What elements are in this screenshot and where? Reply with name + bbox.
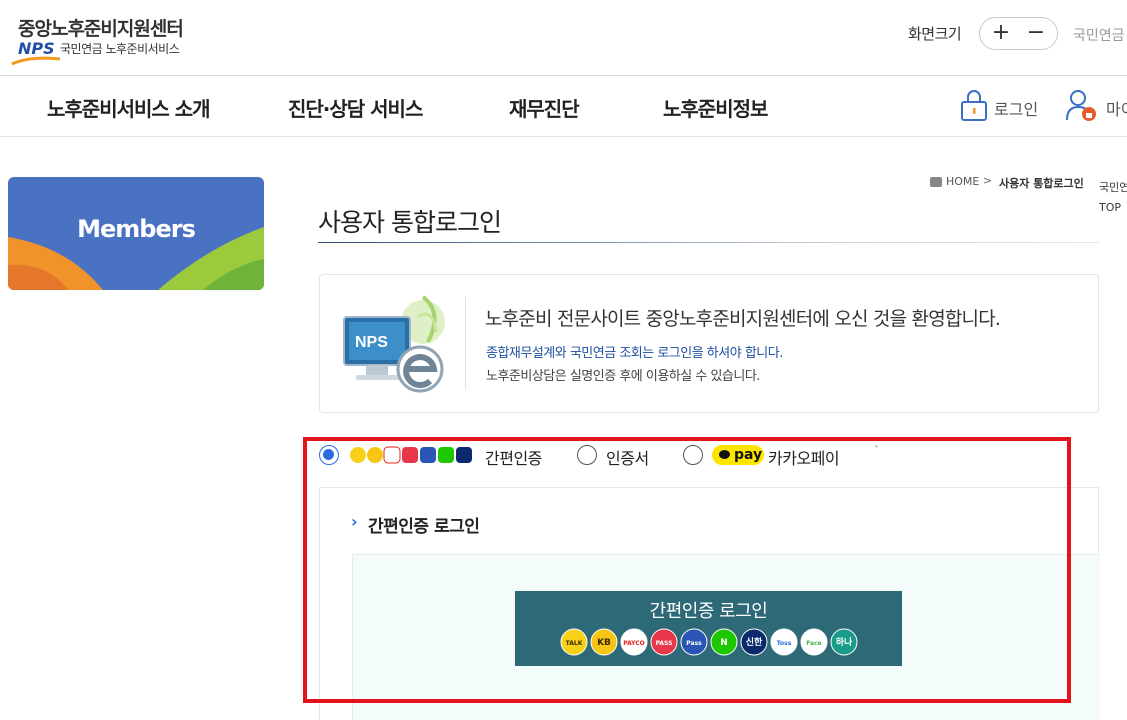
nps-home-link[interactable]: 국민연금 xyxy=(1073,25,1125,45)
simple-auth-login-button[interactable]: 간편인증 로그인 TALK KB PAYCO PASS Pass N 신한 Toss Face 하… xyxy=(515,591,902,666)
svg-text:하나: 하나 xyxy=(836,636,853,648)
breadcrumb-current: 사용자 통합로그인 xyxy=(999,177,1084,190)
provider-icon-하나: 하나 xyxy=(830,628,858,656)
login-label: 로그인 xyxy=(994,100,1039,119)
zoom-label: 화면크기 xyxy=(908,25,962,43)
logo-title: 중앙노후준비지원센터 xyxy=(18,18,184,40)
nps-art-label: NPS xyxy=(355,334,388,351)
simple-auth-label[interactable]: 간편인증 xyxy=(485,445,542,469)
svg-text:PASS: PASS xyxy=(656,640,673,647)
nav-item-retirement-info[interactable]: 노후준비정보 xyxy=(663,93,768,122)
page-title: 사용자 통합로그인 xyxy=(318,208,502,237)
welcome-verification-notice: 노후준비상담은 실명인증 후에 이용하실 수 있습니다. xyxy=(486,369,760,384)
provider-icon-toss: Toss xyxy=(770,628,798,656)
stray-mark: ` xyxy=(874,444,880,458)
panel-inner: 간편인증 로그인 TALK KB PAYCO PASS Pass N 신한 Toss Face 하… xyxy=(352,554,1100,720)
svg-text:Toss: Toss xyxy=(777,640,792,647)
welcome-login-notice: 종합재무설계와 국민연금 조회는 로그인을 하셔야 합니다. xyxy=(486,346,783,361)
provider-icon-pass: PASS xyxy=(650,628,678,656)
login-banner-title: 간편인증 로그인 xyxy=(649,601,768,622)
zoom-in-button[interactable]: + xyxy=(986,20,1016,47)
simple-auth-provider-icons xyxy=(350,446,472,464)
breadcrumb-separator: > xyxy=(983,174,993,187)
kakaopay-badge-icon: pay xyxy=(712,445,764,465)
certificate-radio[interactable] xyxy=(577,445,597,465)
nav-item-service-intro[interactable]: 노후준비서비스 소개 xyxy=(47,93,211,122)
welcome-divider xyxy=(465,297,466,389)
nav-item-financial-diagnosis[interactable]: 재무진단 xyxy=(509,93,580,122)
title-underline xyxy=(318,242,1099,243)
zoom-control: + − xyxy=(979,17,1058,50)
simple-auth-panel: › 간편인증 로그인 간편인증 로그인 TALK KB PAYCO PASS Pass N… xyxy=(319,487,1100,720)
floating-quick-menu: 국민연 TOP xyxy=(1099,178,1127,218)
user-lock-icon xyxy=(1066,90,1096,121)
provider-icon-n: N xyxy=(710,628,738,656)
auth-method-selector: 간편인증 인증서 pay 카카오페이 ` xyxy=(318,444,898,468)
certificate-label[interactable]: 인증서 xyxy=(606,445,649,469)
provider-icon-payco: PAYCO xyxy=(620,628,648,656)
kakaopay-label[interactable]: 카카오페이 xyxy=(768,445,840,469)
provider-icon-신한: 신한 xyxy=(740,628,768,656)
provider-icon-face: Face xyxy=(800,628,828,656)
logo-subtitle: 국민연금 노후준비서비스 xyxy=(60,42,180,56)
provider-icon-kb: KB xyxy=(590,628,618,656)
header-divider xyxy=(0,75,1127,76)
lock-icon xyxy=(961,90,987,121)
welcome-message: 노후준비 전문사이트 중앙노후준비지원센터에 오신 것을 환영합니다. xyxy=(485,308,1001,330)
site-logo[interactable]: 중앙노후준비지원센터 NPS 국민연금 노후준비서비스 xyxy=(8,12,208,66)
scroll-top-button[interactable]: TOP xyxy=(1099,198,1127,218)
svg-text:N: N xyxy=(720,638,728,648)
provider-icon-pass: Pass xyxy=(680,628,708,656)
svg-text:PAYCO: PAYCO xyxy=(623,640,645,647)
welcome-box: NPS 노후준비 전문사이트 중앙노후준비지원센터에 오신 것을 환영합니다. … xyxy=(319,274,1099,413)
svg-text:TALK: TALK xyxy=(566,640,583,647)
svg-text:Pass: Pass xyxy=(686,640,702,647)
nav-item-diagnosis-consulting[interactable]: 진단·상담 서비스 xyxy=(288,93,423,122)
svg-text:신한: 신한 xyxy=(746,636,763,648)
logo-swoosh-icon xyxy=(11,56,61,66)
svg-text:Face: Face xyxy=(806,640,821,647)
zoom-out-button[interactable]: − xyxy=(1021,20,1051,47)
chevron-right-icon: › xyxy=(351,512,358,531)
members-banner: Members xyxy=(8,177,264,290)
breadcrumb-home[interactable]: HOME xyxy=(946,175,979,188)
login-link[interactable]: 로그인 xyxy=(959,88,1038,122)
kakaopay-radio[interactable] xyxy=(683,445,703,465)
provider-icon-row: TALK KB PAYCO PASS Pass N 신한 Toss Face 하나 xyxy=(560,628,858,656)
nav-divider xyxy=(0,136,1127,137)
simple-auth-radio[interactable] xyxy=(319,445,339,465)
svg-text:KB: KB xyxy=(597,638,611,648)
panel-title: 간편인증 로그인 xyxy=(368,517,480,537)
quick-menu-nps[interactable]: 국민연 xyxy=(1099,178,1127,198)
mypage-link[interactable]: 마이 xyxy=(1064,88,1127,122)
sidebar-title: Members xyxy=(77,215,196,243)
mypage-label: 마이 xyxy=(1106,100,1127,119)
nps-computer-illustration: NPS xyxy=(343,295,445,393)
home-icon xyxy=(930,177,942,187)
provider-icon-talk: TALK xyxy=(560,628,588,656)
